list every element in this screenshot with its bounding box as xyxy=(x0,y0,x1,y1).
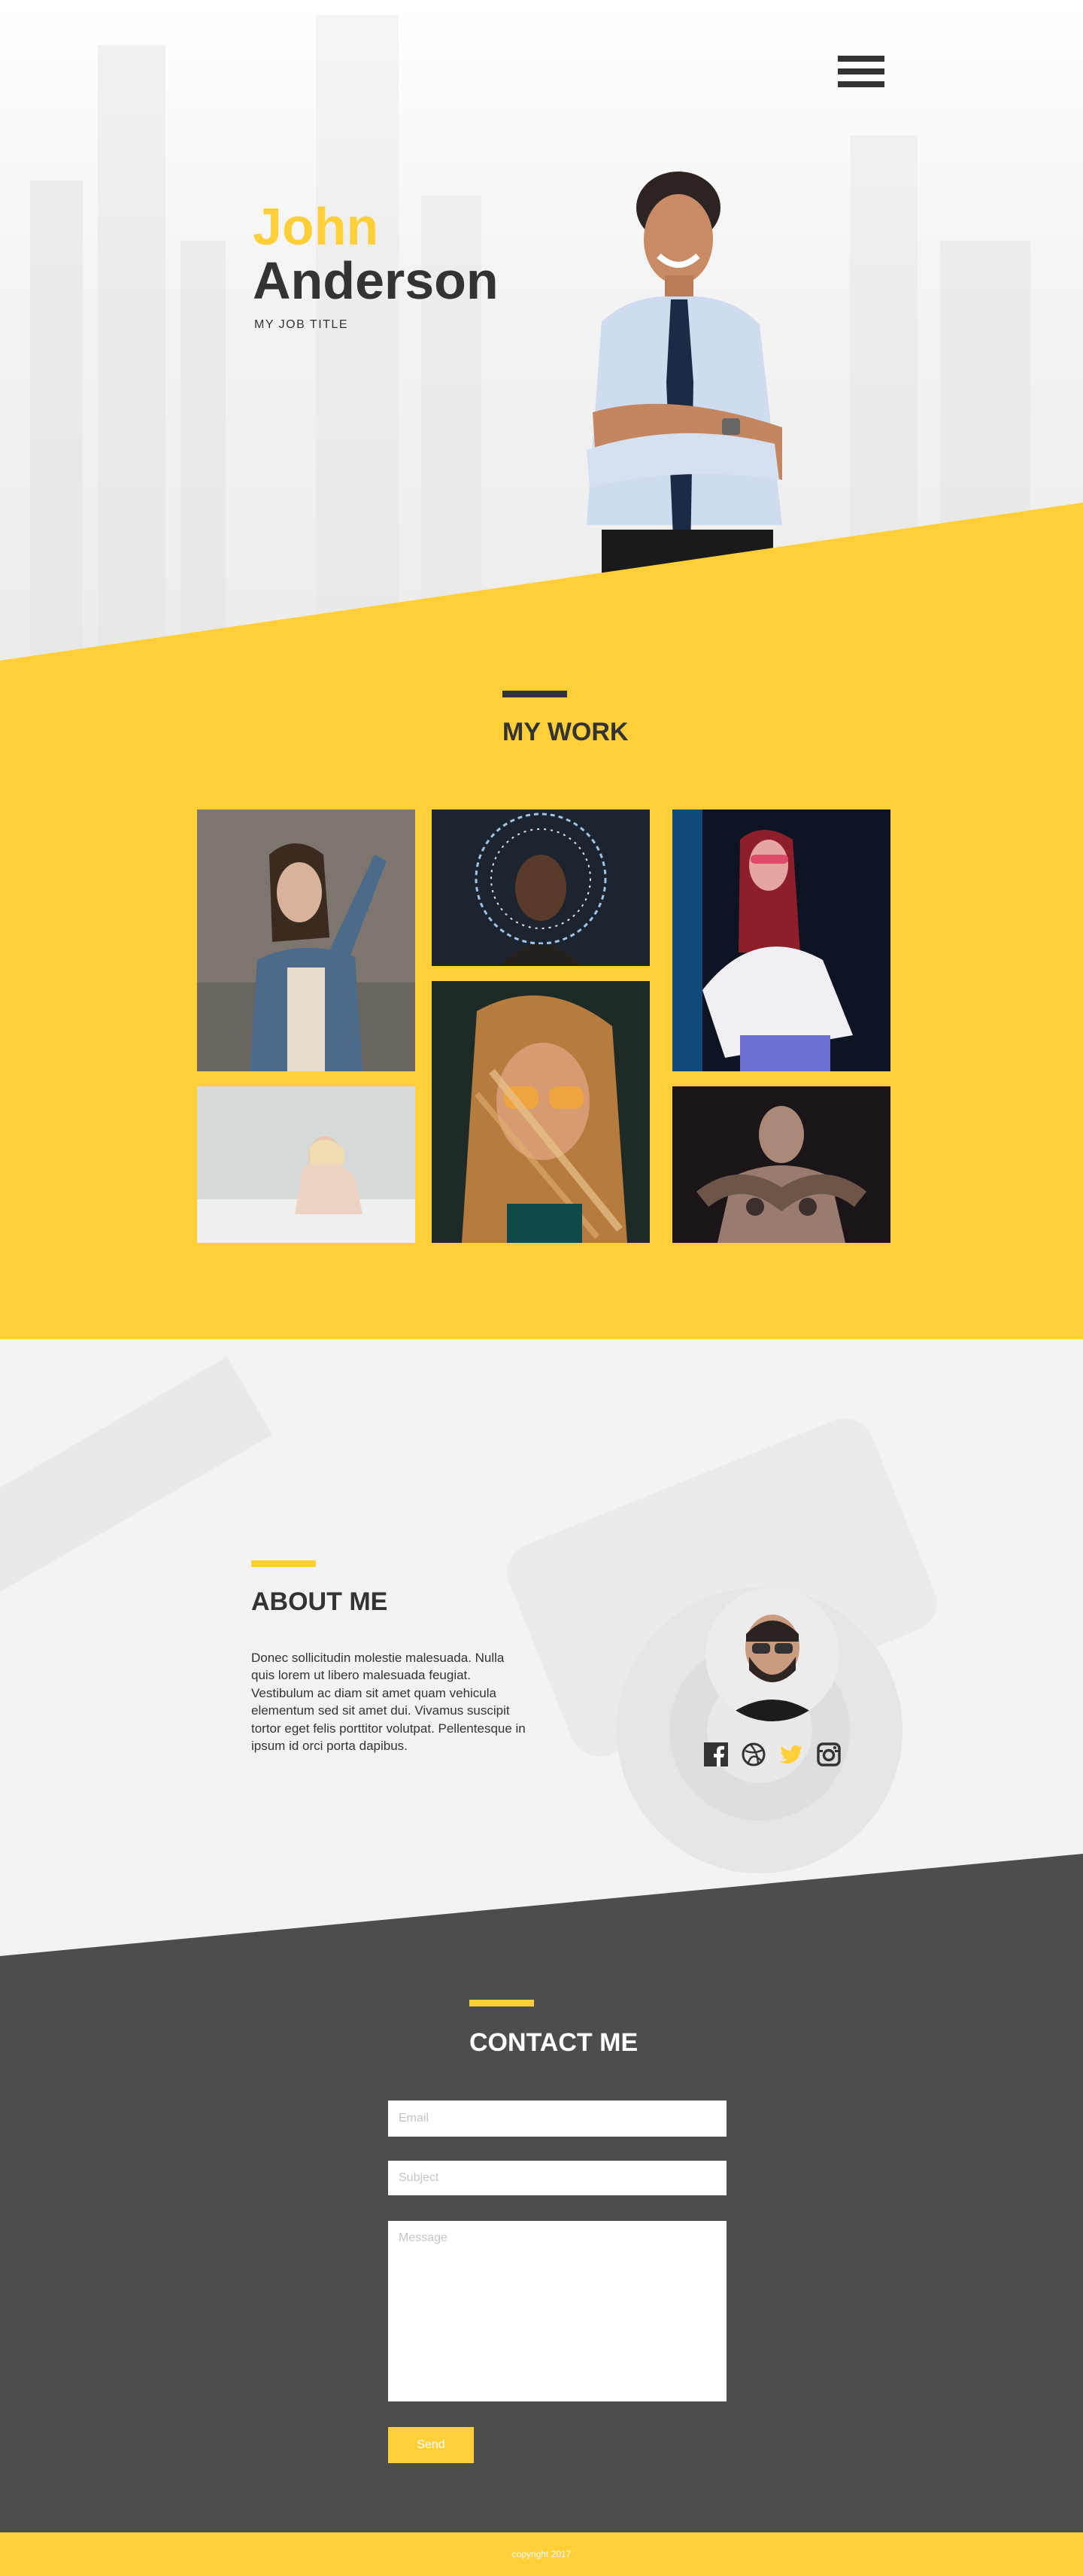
email-field[interactable] xyxy=(388,2101,727,2137)
hero-first-name: John xyxy=(253,197,379,256)
facebook-icon[interactable] xyxy=(704,1742,728,1766)
work-section-title: MY WORK xyxy=(502,718,629,746)
hero-portrait-image xyxy=(587,172,782,585)
hamburger-menu-icon[interactable] xyxy=(838,56,884,90)
work-tile[interactable] xyxy=(432,981,650,1243)
about-section-title: ABOUT ME xyxy=(251,1587,388,1616)
about-description: Donec sollicitudin molestie malesuada. N… xyxy=(251,1651,526,1754)
work-photo-bed-woman xyxy=(197,1086,415,1243)
work-photo-tattooed-man xyxy=(672,1086,890,1243)
send-button[interactable]: Send xyxy=(388,2427,474,2463)
work-tile[interactable] xyxy=(432,810,650,966)
work-tile[interactable] xyxy=(197,1086,415,1243)
work-tile[interactable] xyxy=(672,1086,890,1243)
work-photo-sparkler-woman xyxy=(432,810,650,966)
menu-line xyxy=(838,68,884,74)
about-title-underline xyxy=(251,1560,316,1567)
menu-line xyxy=(838,56,884,62)
skyline-building xyxy=(98,45,165,662)
skyline-building xyxy=(850,135,918,662)
copyright-text: copyright 2017 xyxy=(511,2549,572,2559)
avatar-image xyxy=(705,1587,839,1721)
hero-job-title: MY JOB TITLE xyxy=(254,318,348,331)
work-tile[interactable] xyxy=(672,810,890,1071)
dribbble-icon[interactable] xyxy=(742,1742,766,1766)
twitter-icon[interactable] xyxy=(779,1742,803,1766)
skyline-building xyxy=(180,241,226,662)
work-photo-redhair-woman xyxy=(672,810,890,1071)
hero-last-name: Anderson xyxy=(253,251,499,310)
skyline-building xyxy=(30,181,83,662)
skyline-building xyxy=(940,241,1030,662)
social-links xyxy=(704,1742,841,1766)
footer: copyright 2017 xyxy=(0,2532,1083,2576)
work-tile[interactable] xyxy=(197,810,415,1071)
about-section-background xyxy=(0,1339,1083,1971)
subject-field[interactable] xyxy=(388,2161,727,2195)
menu-line xyxy=(838,81,884,87)
contact-section-title: CONTACT ME xyxy=(469,2028,639,2057)
hero-section xyxy=(0,0,1083,662)
message-field[interactable] xyxy=(388,2221,727,2401)
work-photo-denim-woman xyxy=(197,810,415,1071)
instagram-icon[interactable] xyxy=(817,1742,841,1766)
work-title-underline xyxy=(502,691,567,697)
contact-title-underline xyxy=(469,2000,534,2006)
avatar xyxy=(705,1587,839,1721)
work-photo-orange-glasses-woman xyxy=(432,981,650,1243)
skyline-building xyxy=(316,15,399,662)
camera-background-image xyxy=(0,1339,1083,1971)
